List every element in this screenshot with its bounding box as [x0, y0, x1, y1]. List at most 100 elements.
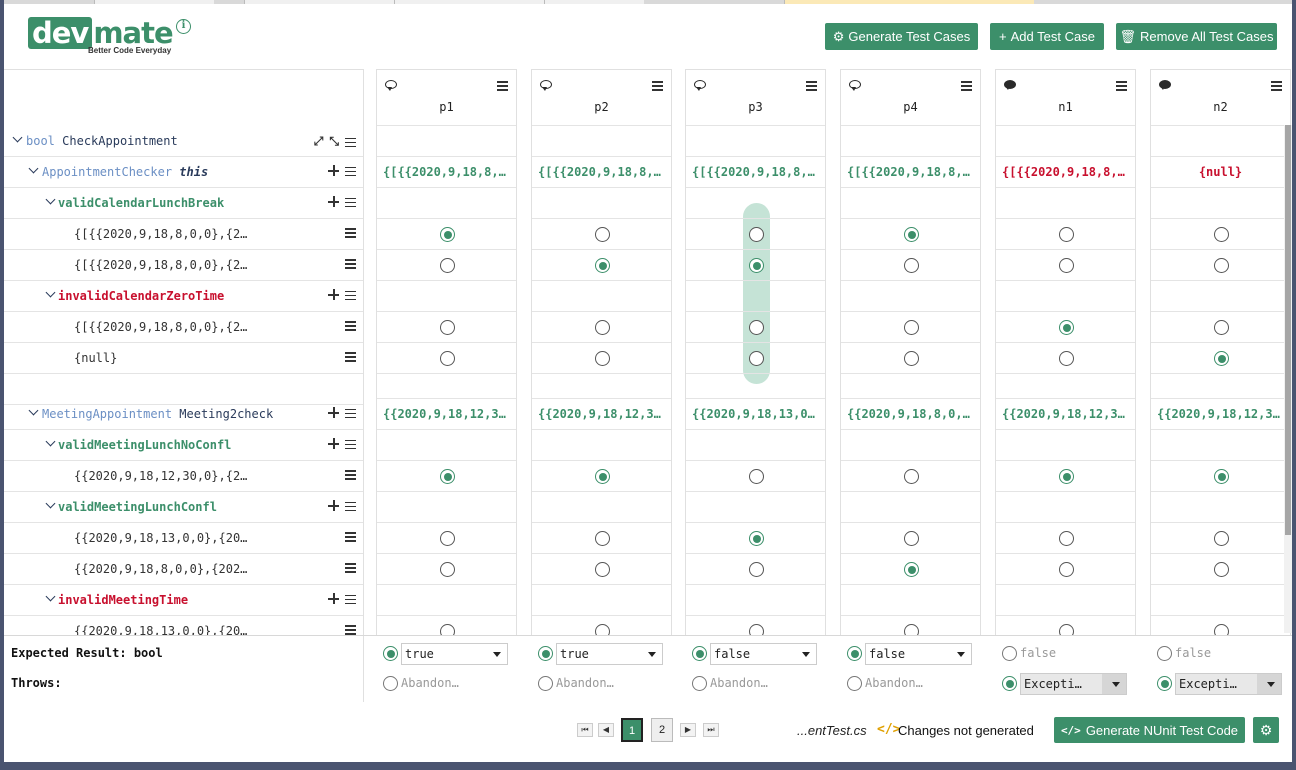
- tree-row-method[interactable]: bool CheckAppointment ⤢ ⤡: [4, 126, 363, 157]
- next-page-button[interactable]: ▶: [680, 723, 696, 737]
- radio-button[interactable]: [595, 469, 610, 484]
- expand-all-icon[interactable]: ⤢: [314, 134, 324, 149]
- menu-icon[interactable]: [345, 562, 356, 572]
- tree-row-value[interactable]: {{2020,9,18,12,30,0},{2…: [4, 461, 363, 492]
- tree-row-value[interactable]: {{2020,9,18,13,0,0},{20…: [4, 523, 363, 554]
- info-icon[interactable]: i: [176, 19, 191, 34]
- radio-button[interactable]: [1214, 469, 1229, 484]
- radio-button[interactable]: [904, 227, 919, 242]
- tree-row-group[interactable]: validCalendarLunchBreak: [4, 188, 363, 219]
- throws-radio[interactable]: [847, 676, 862, 691]
- radio-button[interactable]: [440, 351, 455, 366]
- throws-radio[interactable]: [692, 676, 707, 691]
- menu-icon[interactable]: [345, 408, 356, 418]
- remove-all-test-cases-button[interactable]: 🗑 Remove All Test Cases: [1116, 23, 1277, 50]
- radio-button[interactable]: [1214, 562, 1229, 577]
- radio-button[interactable]: [440, 469, 455, 484]
- radio-button[interactable]: [1214, 531, 1229, 546]
- radio-button[interactable]: [440, 320, 455, 335]
- radio-button[interactable]: [595, 531, 610, 546]
- comment-icon[interactable]: [694, 80, 706, 91]
- chevron-down-icon[interactable]: [29, 407, 39, 417]
- add-icon[interactable]: [328, 289, 339, 300]
- throws-radio[interactable]: [383, 676, 398, 691]
- radio-button[interactable]: [440, 624, 455, 635]
- tree-row-value[interactable]: {[{{2020,9,18,8,0,0},{2…: [4, 250, 363, 281]
- tree-row-value[interactable]: {null}: [4, 343, 363, 374]
- radio-button[interactable]: [749, 320, 764, 335]
- comment-icon[interactable]: [385, 80, 397, 91]
- radio-button[interactable]: [749, 562, 764, 577]
- menu-icon[interactable]: [1116, 80, 1127, 90]
- menu-icon[interactable]: [345, 531, 356, 541]
- chevron-down-icon[interactable]: [46, 289, 56, 299]
- comment-icon[interactable]: [1159, 80, 1171, 90]
- radio-button[interactable]: [1059, 531, 1074, 546]
- menu-icon[interactable]: [961, 80, 972, 90]
- menu-icon[interactable]: [806, 80, 817, 90]
- radio-button[interactable]: [1214, 351, 1229, 366]
- menu-icon[interactable]: [497, 80, 508, 90]
- radio-button[interactable]: [1214, 320, 1229, 335]
- collapse-all-icon[interactable]: ⤡: [329, 134, 339, 149]
- expected-radio[interactable]: [538, 646, 553, 661]
- menu-icon[interactable]: [345, 439, 356, 449]
- chevron-down-icon[interactable]: [46, 196, 56, 206]
- page-2-button[interactable]: 2: [651, 718, 673, 742]
- add-icon[interactable]: [328, 593, 339, 604]
- radio-button[interactable]: [1214, 227, 1229, 242]
- radio-button[interactable]: [1214, 258, 1229, 273]
- expected-select[interactable]: false: [865, 643, 972, 665]
- chevron-down-icon[interactable]: [29, 165, 39, 175]
- chevron-down-icon[interactable]: [46, 438, 56, 448]
- comment-icon[interactable]: [1004, 80, 1016, 90]
- ide-tab[interactable]: [244, 0, 394, 4]
- menu-icon[interactable]: [345, 227, 356, 237]
- expected-radio[interactable]: [1157, 646, 1172, 661]
- tree-row-group[interactable]: invalidMeetingTime: [4, 585, 363, 616]
- radio-button[interactable]: [595, 562, 610, 577]
- add-icon[interactable]: [328, 165, 339, 176]
- page-1-button[interactable]: 1: [621, 718, 643, 742]
- menu-icon[interactable]: [1271, 80, 1282, 90]
- radio-button[interactable]: [749, 351, 764, 366]
- first-page-button[interactable]: ⏮: [577, 723, 593, 737]
- throws-radio[interactable]: [1157, 676, 1172, 691]
- radio-button[interactable]: [595, 258, 610, 273]
- radio-button[interactable]: [595, 227, 610, 242]
- expected-radio[interactable]: [847, 646, 862, 661]
- radio-button[interactable]: [904, 531, 919, 546]
- radio-button[interactable]: [749, 227, 764, 242]
- radio-button[interactable]: [1059, 320, 1074, 335]
- generate-nunit-code-button[interactable]: </> Generate NUnit Test Code: [1054, 717, 1245, 743]
- throws-radio[interactable]: [1002, 676, 1017, 691]
- radio-button[interactable]: [1059, 258, 1074, 273]
- tree-row-value[interactable]: {{2020,9,18,8,0,0},{202…: [4, 554, 363, 585]
- radio-button[interactable]: [595, 351, 610, 366]
- menu-icon[interactable]: [345, 258, 356, 268]
- radio-button[interactable]: [904, 351, 919, 366]
- radio-button[interactable]: [904, 562, 919, 577]
- chevron-down-icon[interactable]: [46, 593, 56, 603]
- chevron-down-icon[interactable]: [13, 134, 23, 144]
- last-page-button[interactable]: ⏭: [703, 723, 719, 737]
- radio-button[interactable]: [749, 258, 764, 273]
- tree-row-value[interactable]: {[{{2020,9,18,8,0,0},{2…: [4, 312, 363, 343]
- radio-button[interactable]: [904, 258, 919, 273]
- expected-radio[interactable]: [692, 646, 707, 661]
- expected-select[interactable]: true: [401, 643, 508, 665]
- radio-button[interactable]: [1059, 624, 1074, 635]
- add-test-case-button[interactable]: + Add Test Case: [990, 23, 1104, 50]
- radio-button[interactable]: [440, 258, 455, 273]
- menu-icon[interactable]: [345, 290, 356, 300]
- radio-button[interactable]: [749, 469, 764, 484]
- menu-icon[interactable]: [345, 351, 356, 361]
- radio-button[interactable]: [440, 227, 455, 242]
- radio-button[interactable]: [440, 562, 455, 577]
- add-icon[interactable]: [328, 500, 339, 511]
- menu-icon[interactable]: [345, 594, 356, 604]
- tree-row-param-this[interactable]: AppointmentChecker this: [4, 157, 363, 188]
- ide-tab[interactable]: [394, 0, 544, 4]
- tree-row-value[interactable]: {[{{2020,9,18,8,0,0},{2…: [4, 219, 363, 250]
- menu-icon[interactable]: [345, 137, 356, 147]
